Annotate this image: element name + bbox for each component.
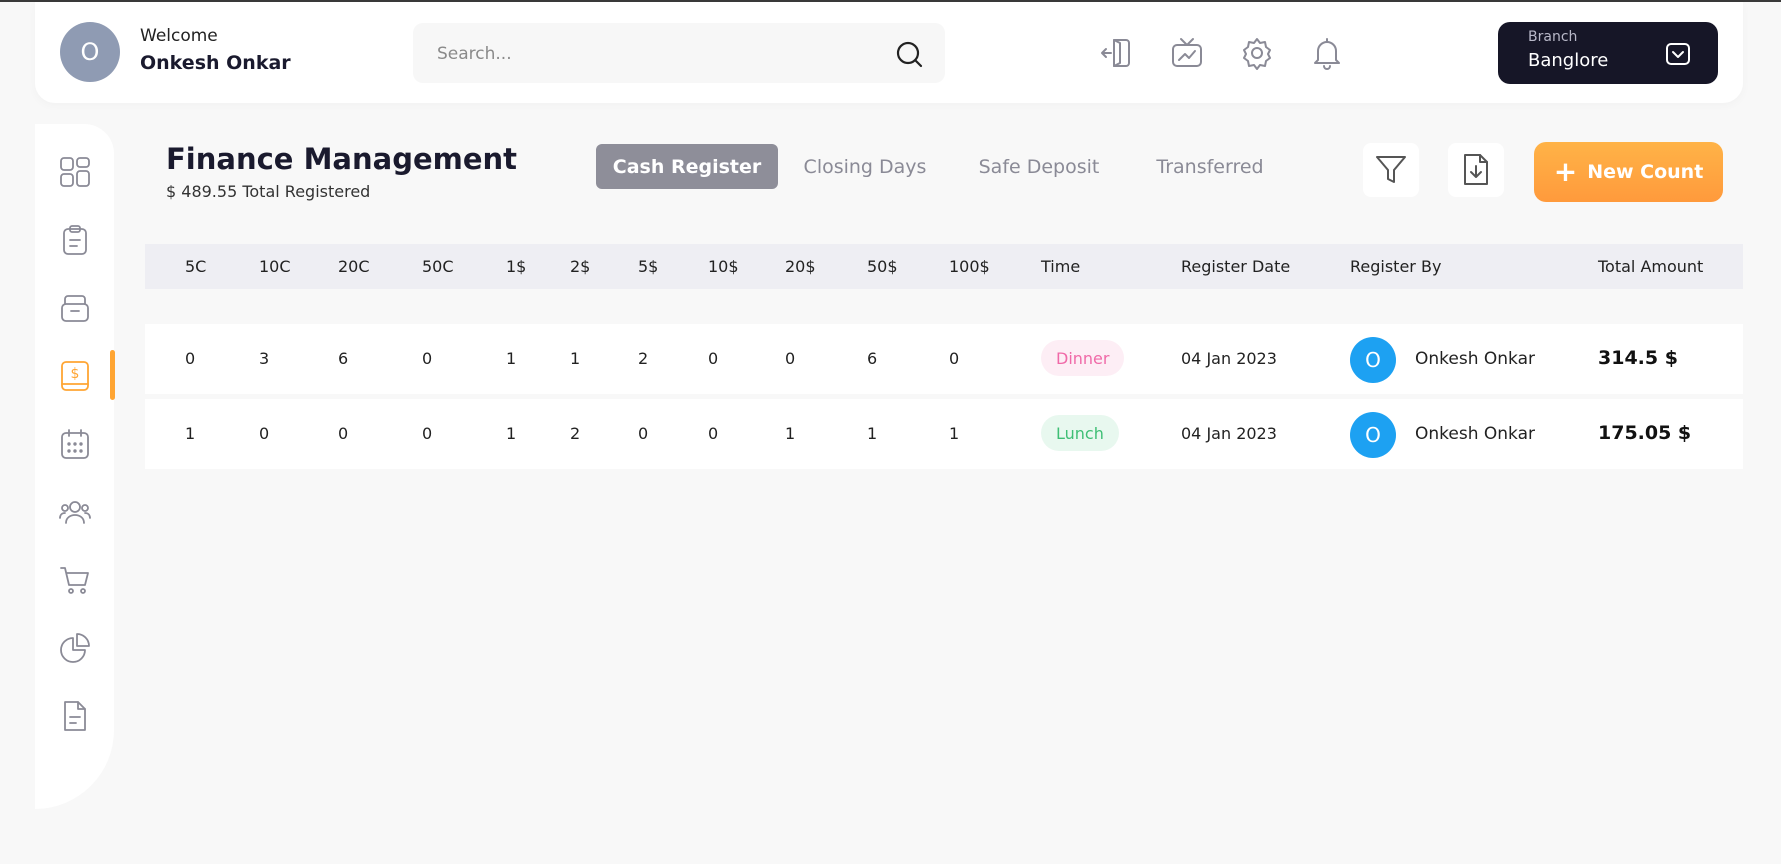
tv-icon[interactable] <box>1170 36 1204 70</box>
cell-10c: 3 <box>259 349 270 368</box>
cell-register-date: 04 Jan 2023 <box>1181 349 1277 368</box>
search-icon[interactable] <box>895 40 923 68</box>
cell-20d: 1 <box>785 424 796 443</box>
user-avatar[interactable]: O <box>60 22 120 82</box>
cell-50d: 1 <box>867 424 878 443</box>
cell-10c: 0 <box>259 424 270 443</box>
dashboard-icon[interactable] <box>59 156 91 188</box>
cell-20c: 0 <box>338 424 349 443</box>
user-name: Onkesh Onkar <box>140 52 291 74</box>
cell-5c: 1 <box>185 424 196 443</box>
cell-5c: 0 <box>185 349 196 368</box>
logout-icon[interactable] <box>1100 36 1134 70</box>
col-5d: 5$ <box>638 257 659 276</box>
col-20c: 20C <box>338 257 370 276</box>
register-by-name: Onkesh Onkar <box>1415 349 1535 369</box>
clipboard-icon[interactable] <box>59 224 91 256</box>
cell-10d: 0 <box>708 424 719 443</box>
col-50d: 50$ <box>867 257 898 276</box>
col-50c: 50C <box>422 257 454 276</box>
cell-100d: 0 <box>949 349 960 368</box>
col-1d: 1$ <box>506 257 527 276</box>
filter-button[interactable] <box>1363 143 1419 197</box>
svg-text:$: $ <box>71 366 80 382</box>
download-file-icon <box>1464 154 1488 185</box>
search-bar <box>413 23 945 83</box>
calendar-icon[interactable] <box>59 428 91 460</box>
avatar: O <box>1350 412 1396 458</box>
col-register-date: Register Date <box>1181 257 1291 276</box>
search-input[interactable] <box>437 41 877 67</box>
cell-100d: 1 <box>949 424 960 443</box>
branch-value: Banglore <box>1528 50 1609 71</box>
page-title: Finance Management <box>166 142 518 176</box>
total-amount: 314.5 $ <box>1598 347 1678 369</box>
tab-safe-deposit[interactable]: Safe Deposit <box>968 144 1110 189</box>
col-time: Time <box>1041 257 1081 276</box>
users-icon[interactable] <box>59 496 91 528</box>
new-count-label: New Count <box>1587 161 1704 183</box>
col-register-by: Register By <box>1350 257 1442 276</box>
cell-50c: 0 <box>422 424 433 443</box>
finance-icon[interactable]: $ <box>59 360 91 392</box>
cell-register-date: 04 Jan 2023 <box>1181 424 1277 443</box>
table-row[interactable]: 1 0 0 0 1 2 0 0 1 1 1 Lunch 04 Jan 2023 … <box>145 399 1743 469</box>
col-100d: 100$ <box>949 257 990 276</box>
avatar: O <box>1350 337 1396 383</box>
cell-5d: 2 <box>638 349 649 368</box>
branch-selector[interactable]: Branch Banglore <box>1498 22 1718 84</box>
top-header: O Welcome Onkesh Onkar Branch Banglore <box>35 2 1743 103</box>
active-indicator <box>110 350 115 400</box>
total-amount: 175.05 $ <box>1598 422 1692 444</box>
tab-transferred[interactable]: Transferred <box>1140 144 1280 189</box>
cell-20c: 6 <box>338 349 349 368</box>
cell-1d: 1 <box>506 424 517 443</box>
col-total-amount: Total Amount <box>1598 257 1704 276</box>
settings-icon[interactable] <box>1240 36 1274 70</box>
welcome-text: Welcome <box>140 26 218 46</box>
cell-10d: 0 <box>708 349 719 368</box>
table-header: 5C 10C 20C 50C 1$ 2$ 5$ 10$ 20$ 50$ 100$… <box>145 244 1743 289</box>
col-10d: 10$ <box>708 257 739 276</box>
col-5c: 5C <box>185 257 207 276</box>
cell-50c: 0 <box>422 349 433 368</box>
cell-20d: 0 <box>785 349 796 368</box>
plus-icon: + <box>1553 155 1578 188</box>
col-2d: 2$ <box>570 257 591 276</box>
cell-2d: 2 <box>570 424 581 443</box>
time-badge: Dinner <box>1041 340 1125 376</box>
archive-icon[interactable] <box>59 292 91 324</box>
new-count-button[interactable]: + New Count <box>1534 142 1723 202</box>
bell-icon[interactable] <box>1310 36 1344 70</box>
total-registered: $ 489.55 Total Registered <box>166 182 371 201</box>
time-badge: Lunch <box>1041 415 1119 451</box>
branch-label: Branch <box>1528 29 1578 45</box>
export-button[interactable] <box>1448 143 1504 197</box>
filter-icon <box>1376 156 1406 183</box>
cell-5d: 0 <box>638 424 649 443</box>
chevron-down-icon <box>1666 43 1690 65</box>
col-10c: 10C <box>259 257 291 276</box>
tab-closing-days[interactable]: Closing Days <box>790 144 940 189</box>
cell-1d: 1 <box>506 349 517 368</box>
pie-chart-icon[interactable] <box>59 632 91 664</box>
cell-50d: 6 <box>867 349 878 368</box>
col-20d: 20$ <box>785 257 816 276</box>
document-icon[interactable] <box>59 700 91 732</box>
tab-cash-register[interactable]: Cash Register <box>596 144 778 189</box>
cart-icon[interactable] <box>59 564 91 596</box>
sidebar: $ <box>35 124 115 809</box>
register-by-name: Onkesh Onkar <box>1415 424 1535 444</box>
table-row[interactable]: 0 3 6 0 1 1 2 0 0 6 0 Dinner 04 Jan 2023… <box>145 324 1743 394</box>
cell-2d: 1 <box>570 349 581 368</box>
